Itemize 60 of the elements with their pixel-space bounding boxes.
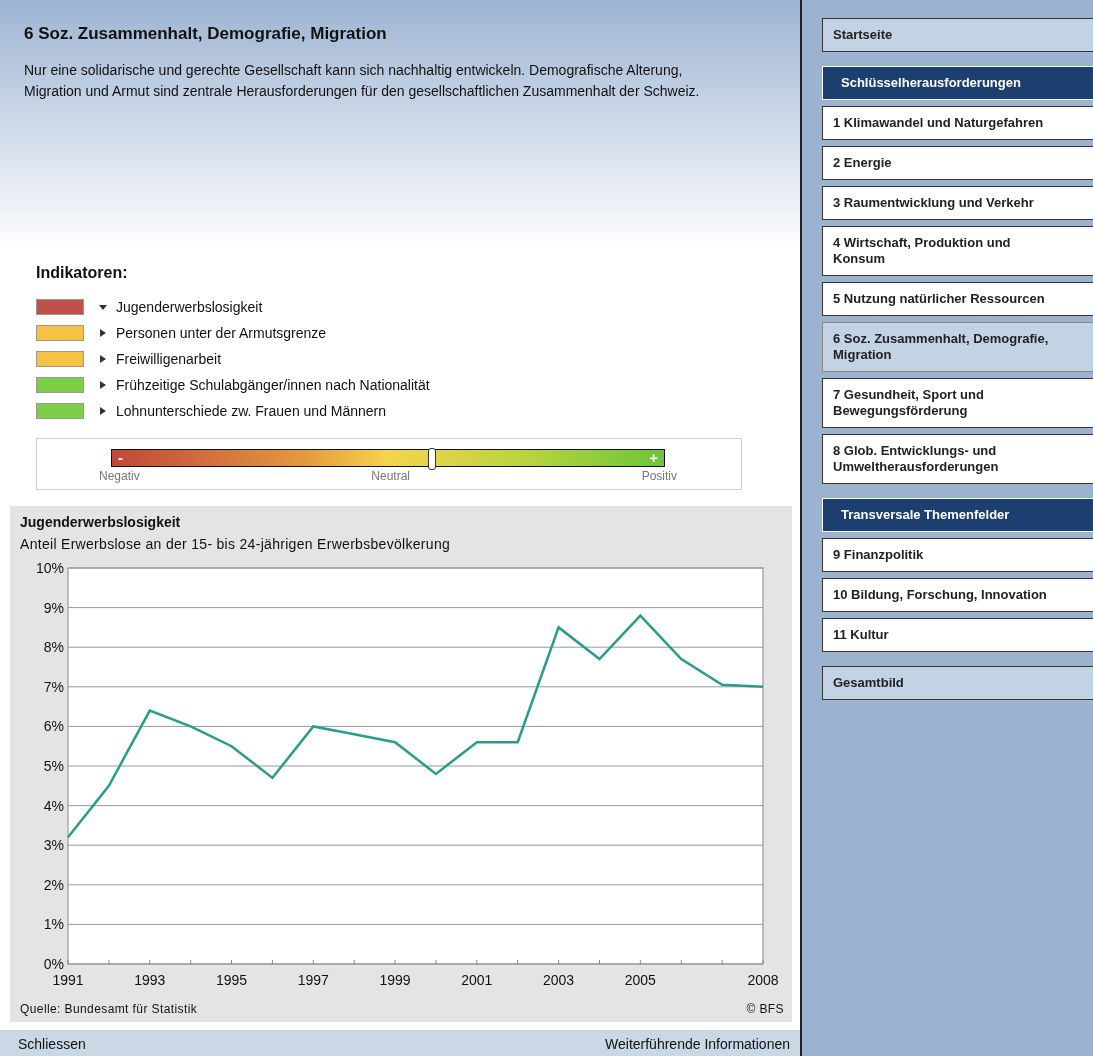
axis-label: 7% [43,678,64,695]
nav-item[interactable]: 8 Glob. Entwicklungs- und Umweltherausforderungen [822,434,1093,484]
caret-right-icon[interactable] [98,328,108,338]
copyright-note: © BFS [746,1002,784,1016]
nav-item[interactable]: 2 Energie [822,146,1093,180]
axis-label: 1999 [379,972,411,988]
axis-label: 2003 [543,972,575,988]
nav-item[interactable]: 11 Kultur [822,618,1093,652]
indicator-link[interactable]: Personen unter der Armutsgrenze [116,325,327,341]
nav-item[interactable]: 4 Wirtschaft, Produktion und Konsum [822,226,1093,276]
axis-label: 0% [43,956,64,972]
nav-item[interactable]: 9 Finanzpolitik [822,538,1093,572]
caret-down-icon[interactable] [98,302,108,312]
nav-item[interactable]: 6 Soz. Zusammenhalt, Demografie, Migration [822,322,1093,372]
axis-label: 1991 [52,972,84,988]
axis-label: 5% [43,758,64,774]
minus-sign: - [118,450,123,466]
scale-label: Neutral [371,469,410,483]
axis-label: 6% [43,718,64,735]
axis-label: 2% [43,876,64,893]
nav-item[interactable]: 10 Bildung, Forschung, Innovation [822,578,1093,612]
indicators-heading: Indikatoren: [36,264,129,282]
axis-label: 8% [43,639,64,656]
source-note: Quelle: Bundesamt für Statistik [20,1002,198,1016]
axis-label: 1997 [297,972,329,988]
nav-item[interactable]: 3 Raumentwicklung und Verkehr [822,186,1093,220]
axis-label: 2001 [461,972,493,988]
more-info-link[interactable]: Weiterführende Informationen [605,1036,790,1052]
plus-sign: + [649,450,658,466]
axis-label: 9% [43,599,64,616]
axis-label: 2005 [624,972,656,988]
section-header: Schlüsselherausforderungen [822,66,1093,100]
axis-label: 1% [43,916,64,933]
scale-label: Positiv [641,469,677,483]
axis-label: 4% [43,797,64,814]
nav-link[interactable]: Startseite [822,18,1093,52]
indicator-link[interactable]: Lohnunterschiede zw. Frauen und Männern [116,403,387,419]
description: Nur eine solidarische und gerechte Gesellschaft kann sich nachhaltig entwickeln. Demografische Alterung, Migration und Armut sind zentrale Herausforderungen für den gesellschaftlichen Zusammenhalt der Schweiz. [24,61,701,101]
nav-item[interactable]: 7 Gesundheit, Sport und Bewegungsförderung [822,378,1093,428]
axis-label: 3% [43,837,64,854]
nav-link[interactable]: Gesamtbild [822,666,1093,700]
page-title: 6 Soz. Zusammenhalt, Demografie, Migration [24,24,388,44]
axis-label: 2008 [747,972,779,988]
chart-subtitle: Anteil Erwerbslose an der 15- bis 24-jährigen Erwerbsbevölkerung [20,536,452,552]
close-link[interactable]: Schliessen [18,1036,86,1052]
indicator-link[interactable]: Freiwilligenarbeit [116,351,222,367]
axis-label: 1995 [215,972,248,988]
caret-right-icon[interactable] [98,406,108,416]
caret-right-icon[interactable] [98,380,108,390]
caret-right-icon[interactable] [98,354,108,364]
nav-item[interactable]: 5 Nutzung natürlicher Ressourcen [822,282,1093,316]
scale-label: Negativ [99,469,140,483]
nav-item[interactable]: 1 Klimawandel und Naturgefahren [822,106,1093,140]
section-header: Transversale Themenfelder [822,498,1093,532]
indicator-link[interactable]: Frühzeitige Schulabgänger/innen nach Nationalität [116,377,430,393]
axis-label: 10% [35,560,64,576]
scale-thumb[interactable] [428,448,437,470]
indicator-link[interactable]: Jugenderwerbslosigkeit [116,299,263,315]
chart-title: Jugenderwerbslosigkeit [20,514,182,530]
axis-label: 1993 [134,972,166,988]
